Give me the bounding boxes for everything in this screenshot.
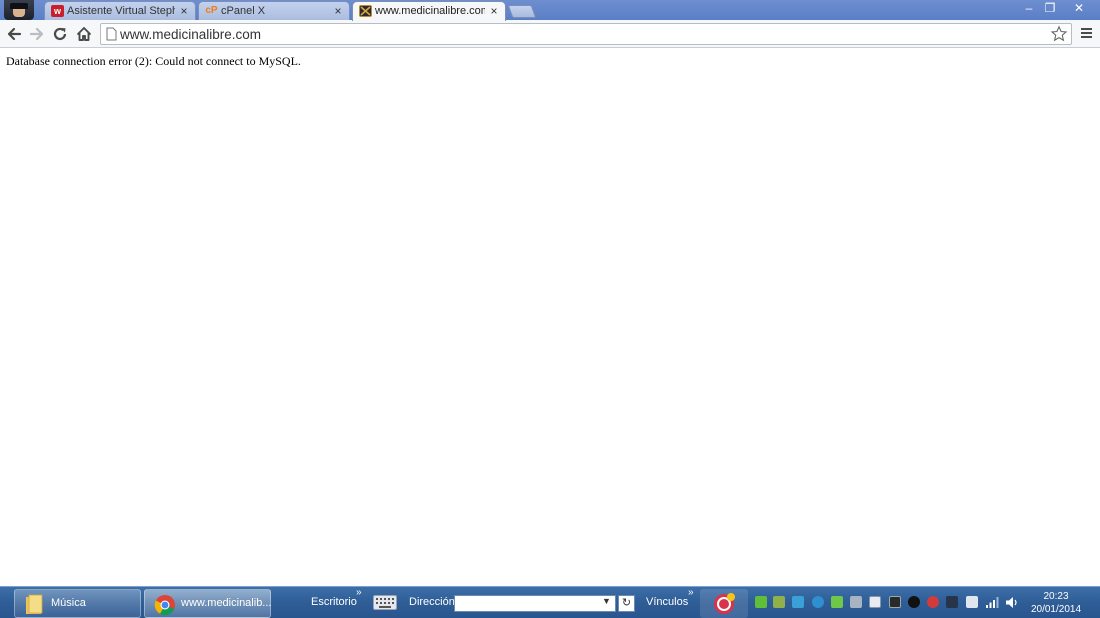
page-content: Database connection error (2): Could not… <box>0 49 1100 586</box>
address-bar[interactable]: www.medicinalibre.com <box>100 23 1072 45</box>
taskbar-item-label: www.medicinalib... <box>181 597 272 609</box>
network-signal-icon[interactable] <box>985 596 999 609</box>
menu-icon[interactable] <box>1080 27 1093 39</box>
system-clock[interactable]: 20:23 20/01/2014 <box>1028 590 1084 616</box>
back-arrow-icon[interactable] <box>5 25 23 43</box>
tab-medicinalibre[interactable]: www.medicinalibre.com × <box>352 1 506 21</box>
tray-app-icon[interactable] <box>755 596 767 608</box>
tray-app-icon[interactable] <box>927 596 939 608</box>
bookmark-star-icon[interactable] <box>1050 25 1068 43</box>
profile-avatar[interactable] <box>4 0 34 20</box>
tray-app-icon[interactable] <box>946 596 958 608</box>
tab-asistente-virtual[interactable]: w Asistente Virtual Stephan C × <box>44 1 196 20</box>
close-tab-icon[interactable]: × <box>179 2 189 20</box>
tab-cpanel[interactable]: cP cPanel X × <box>198 1 350 20</box>
folder-icon <box>26 594 43 614</box>
url-text[interactable]: www.medicinalibre.com <box>120 26 261 43</box>
new-tab-button[interactable] <box>507 5 537 18</box>
home-icon[interactable] <box>75 25 93 43</box>
close-window-button[interactable]: ✕ <box>1068 1 1090 15</box>
minimize-button[interactable]: – <box>1018 1 1040 15</box>
close-tab-icon[interactable]: × <box>333 2 343 20</box>
forward-arrow-icon[interactable] <box>28 25 46 43</box>
tab-title: www.medicinalibre.com <box>375 5 485 17</box>
app-badge-icon <box>714 593 735 614</box>
taskbar-item-label: Música <box>51 597 86 609</box>
refresh-icon[interactable]: ↻ <box>618 595 635 612</box>
tab-title: Asistente Virtual Stephan C <box>67 5 175 17</box>
desktop-toolbar-label[interactable]: Escritorio <box>311 596 357 608</box>
volume-icon[interactable] <box>1005 596 1019 609</box>
tray-app-icon[interactable] <box>908 596 920 608</box>
tray-app-icon[interactable] <box>773 596 785 608</box>
clock-time: 20:23 <box>1043 591 1069 602</box>
red-w-icon: w <box>51 5 64 17</box>
medicinalibre-icon <box>359 5 372 17</box>
tray-app-icon[interactable] <box>966 596 978 608</box>
clock-date: 20/01/2014 <box>1030 604 1082 615</box>
cpanel-icon: cP <box>205 5 218 16</box>
windows-taskbar: Música www.medicinalib... Escritorio » D… <box>0 586 1100 618</box>
tray-app-icon[interactable] <box>889 596 901 608</box>
links-chevron-icon[interactable]: » <box>688 587 694 598</box>
tray-app-icon[interactable] <box>792 596 804 608</box>
page-icon <box>106 27 117 41</box>
tray-app-icon[interactable] <box>869 596 881 608</box>
reload-icon[interactable] <box>51 25 69 43</box>
tab-strip: w Asistente Virtual Stephan C × cP cPane… <box>0 0 1100 21</box>
chrome-icon <box>154 595 175 616</box>
tray-app-icon[interactable] <box>812 596 824 608</box>
taskbar-item-musica[interactable]: Música <box>14 589 141 618</box>
error-message: Database connection error (2): Could not… <box>6 54 301 68</box>
chevron-down-icon[interactable]: ▼ <box>602 596 611 606</box>
app-launcher-button[interactable] <box>700 589 748 618</box>
tab-title: cPanel X <box>221 5 266 17</box>
maximize-button[interactable]: ❐ <box>1039 1 1061 15</box>
links-toolbar-label[interactable]: Vínculos <box>646 596 688 608</box>
keyboard-icon[interactable] <box>373 595 397 610</box>
tray-app-icon[interactable] <box>831 596 843 608</box>
taskbar-item-chrome[interactable]: www.medicinalib... <box>144 589 271 618</box>
tray-app-icon[interactable] <box>850 596 862 608</box>
browser-toolbar: www.medicinalibre.com <box>0 20 1100 48</box>
taskbar-address-input[interactable] <box>454 595 616 612</box>
close-tab-icon[interactable]: × <box>489 2 499 20</box>
desktop-chevron-icon[interactable]: » <box>356 587 362 598</box>
address-toolbar-label: Dirección <box>409 596 455 608</box>
